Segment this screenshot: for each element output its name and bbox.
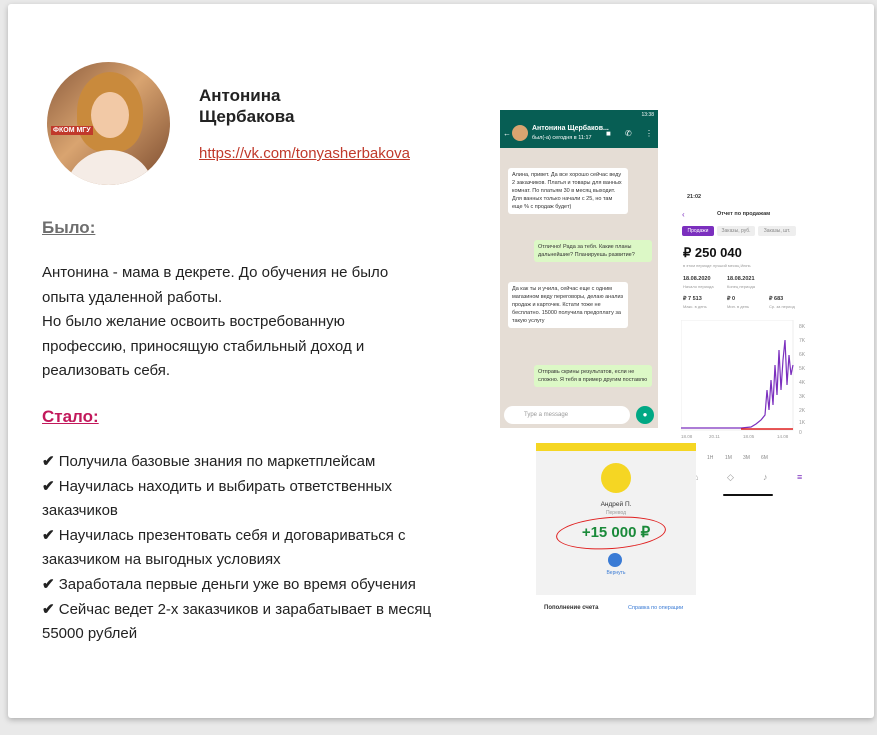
range-3m[interactable]: 3М: [743, 455, 750, 461]
video-call-icon[interactable]: ■: [606, 129, 611, 138]
avatar: ФКОМ МГУ: [47, 62, 170, 185]
x-tick: 18.08: [681, 434, 693, 439]
tab-orders-pcs[interactable]: Заказы, шт.: [758, 226, 796, 236]
date-from-label: Начало периода: [683, 284, 714, 289]
chat-screenshot: 13:38 ← Антонина Щербаков... был(-а) сег…: [500, 110, 658, 428]
message-out: Отправь скрины результатов, если не слож…: [534, 365, 652, 387]
payment-screenshot: Андрей П. Перевод +15 000 ₽ Вернуть Попо…: [536, 443, 696, 618]
message-in: Да как ты и учила, сейчас еще с одним ма…: [508, 282, 628, 328]
stat-max-label: Макс. в день: [683, 304, 707, 309]
x-tick: 18.05: [743, 434, 755, 439]
before-line: профессию, приносящую стабильный доход и: [42, 337, 365, 355]
check-icon: ✔: [42, 600, 55, 618]
range-1m[interactable]: 1М: [725, 455, 732, 461]
y-tick: 3K: [799, 394, 806, 400]
return-label[interactable]: Вернуть: [536, 570, 696, 576]
home-indicator: [723, 494, 773, 496]
return-icon[interactable]: [608, 553, 622, 567]
tab-orders-rub[interactable]: Заказы, руб.: [717, 226, 755, 236]
range-1w[interactable]: 1Н: [707, 455, 713, 461]
before-heading: Было:: [42, 218, 96, 237]
after-list: ✔ Получила базовые знания по маркетплейс…: [42, 450, 462, 647]
contact-avatar: [512, 125, 528, 141]
y-tick: 4K: [799, 380, 806, 386]
date-to: 18.08.2021: [727, 276, 755, 282]
bank-logo-icon: [601, 463, 631, 493]
stat-avg: ₽ 683: [769, 296, 784, 302]
sales-chart: 8K 7K 6K 5K 4K 3K 2K 1K 0 18.08 20.11 18…: [681, 320, 806, 439]
person-name: Антонина Щербакова: [199, 85, 294, 127]
stat-max: ₽ 7 513: [683, 296, 702, 302]
contact-name: Антонина Щербаков...: [532, 125, 609, 132]
check-icon: ✔: [42, 575, 55, 593]
box-icon[interactable]: ◇: [727, 472, 734, 483]
y-tick: 8K: [799, 324, 806, 330]
back-arrow-icon[interactable]: ←: [503, 129, 511, 138]
sales-report-screenshot: 21:02 ‹ Отчет по продажам Продажи Заказы…: [679, 190, 817, 500]
stat-min: ₽ 0: [727, 296, 736, 302]
achievement-item: ✔ Сейчас ведет 2-х заказчиков и зарабаты…: [42, 600, 432, 643]
mic-icon[interactable]: ●: [636, 406, 654, 424]
vk-link[interactable]: https://vk.com/tonyasherbakova: [199, 145, 410, 162]
date-to-label: Конец периода: [727, 284, 755, 289]
achievement-item: ✔ Научилась презентовать себя и договари…: [42, 526, 406, 569]
status-bar: 13:38: [500, 110, 658, 120]
check-icon: ✔: [42, 526, 55, 544]
check-icon: ✔: [42, 477, 55, 495]
first-name: Антонина: [199, 86, 281, 105]
message-out: Отлично! Рада за тебя. Какие планы дальн…: [534, 240, 652, 262]
topup-label: Пополнение счета: [544, 605, 599, 611]
y-tick: 6K: [799, 352, 806, 358]
avatar-sign: ФКОМ МГУ: [51, 126, 93, 135]
y-tick: 7K: [799, 338, 806, 344]
achievement-item: ✔ Научилась находить и выбирать ответств…: [42, 477, 393, 520]
before-text: Антонина - мама в декрете. До обучения н…: [42, 261, 462, 384]
stat-min-label: Мин. в день: [727, 304, 750, 309]
phone-icon[interactable]: ✆: [625, 129, 632, 138]
report-title: Отчет по продажам: [717, 211, 771, 217]
total-note: в этом периоде лучший месяц Июнь: [683, 263, 751, 268]
date-from: 18.08.2020: [683, 276, 711, 282]
avatar-body: [65, 150, 155, 185]
operation-info-link[interactable]: Справка по операции: [628, 605, 683, 611]
before-line: реализовать себя.: [42, 362, 171, 380]
tab-sales[interactable]: Продажи: [682, 226, 714, 236]
last-name: Щербакова: [199, 107, 295, 126]
before-line: Антонина - мама в декрете. До обучения н…: [42, 264, 389, 281]
status-time: 21:02: [687, 194, 702, 200]
payment-footer: Пополнение счета Справка по операции: [536, 595, 696, 618]
x-tick: 14.08: [777, 434, 789, 439]
achievement-item: ✔ Заработала первые деньги уже во время …: [42, 575, 416, 593]
y-tick: 5K: [799, 366, 806, 372]
last-seen: был(-а) сегодня в 11:17: [532, 135, 592, 141]
payment-type: Перевод: [605, 510, 627, 516]
menu-icon[interactable]: ≡: [797, 472, 802, 482]
highlight-circle: [555, 513, 667, 553]
check-icon: ✔: [42, 453, 55, 470]
y-tick: 0: [799, 430, 802, 436]
message-input[interactable]: Type a message: [504, 406, 630, 424]
total-amount: ₽ 250 040: [683, 245, 742, 260]
before-line: Но было желание освоить востребованную: [42, 313, 345, 331]
chat-header: ← Антонина Щербаков... был(-а) сегодня в…: [500, 120, 658, 148]
stat-avg-label: Ср. за период: [769, 304, 795, 309]
x-tick: 20.11: [709, 434, 720, 439]
avatar-face: [91, 92, 129, 138]
y-tick: 2K: [799, 408, 806, 414]
bell-icon[interactable]: ♪: [763, 472, 768, 482]
menu-icon[interactable]: ⋮: [645, 129, 653, 138]
achievement-item: ✔ Получила базовые знания по маркетплейс…: [42, 453, 376, 470]
message-in: Алина, привет. Да все хорошо сейчас веду…: [508, 168, 628, 214]
range-6m[interactable]: 6М: [761, 455, 768, 461]
payment-header-bar: [536, 443, 696, 451]
back-icon[interactable]: ‹: [682, 210, 685, 219]
sender-name: Андрей П.: [600, 501, 632, 508]
after-heading: Стало:: [42, 407, 99, 426]
before-line: опыта удаленной работы.: [42, 288, 223, 306]
y-tick: 1K: [799, 420, 806, 426]
